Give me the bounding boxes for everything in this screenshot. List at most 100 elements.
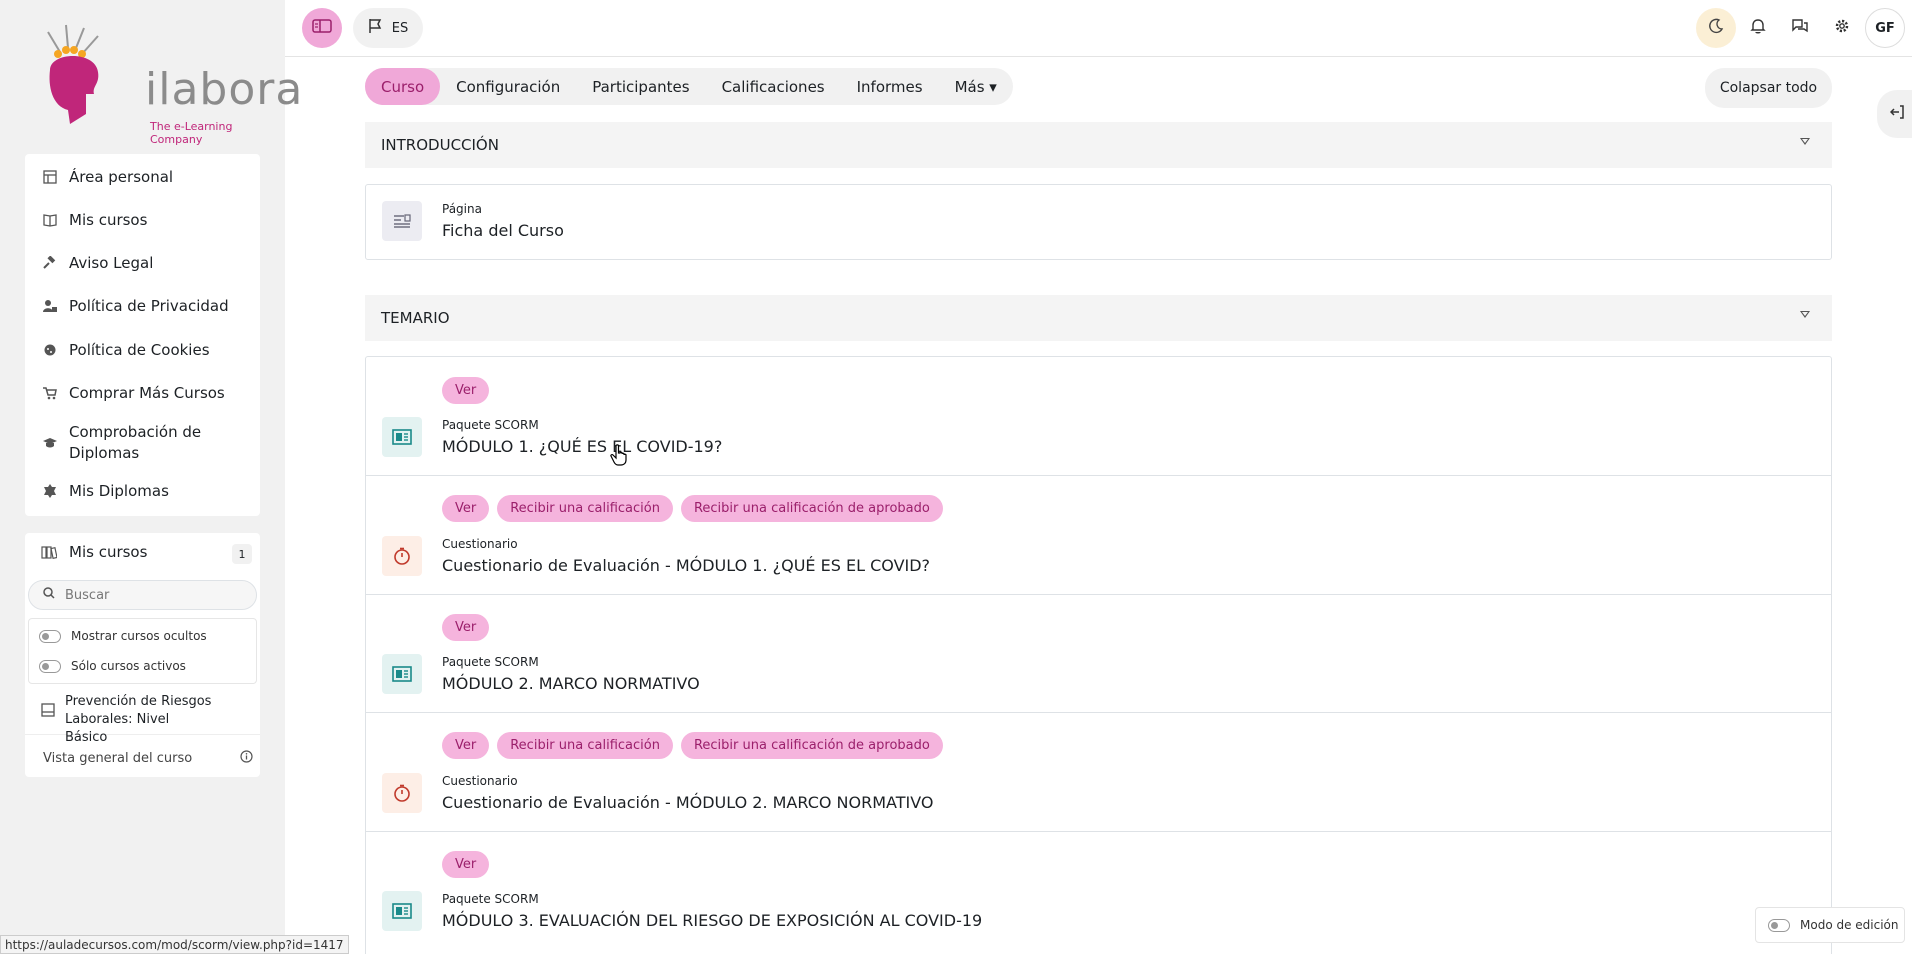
activity-type: Paquete SCORM (442, 655, 539, 669)
activity-name-link[interactable]: MÓDULO 2. MARCO NORMATIVO (442, 674, 700, 693)
activity-name-link[interactable]: Cuestionario de Evaluación - MÓDULO 1. ¿… (442, 556, 930, 575)
messages-button[interactable] (1780, 8, 1820, 48)
flag-icon (368, 18, 382, 38)
moon-icon (1708, 18, 1724, 38)
nav-label: Política de Privacidad (69, 297, 229, 315)
settings-button[interactable] (1822, 8, 1862, 48)
edit-mode-toggle[interactable]: Modo de edición (1755, 907, 1905, 943)
course-icon (41, 703, 55, 723)
activity-item[interactable]: Ver Paquete SCORM MÓDULO 3. EVALUACIÓN D… (366, 832, 1831, 954)
activity-item[interactable]: Página Ficha del Curso (366, 185, 1831, 259)
section-title: INTRODUCCIÓN (381, 136, 499, 154)
filter-hidden-courses[interactable]: Mostrar cursos ocultos (39, 629, 207, 643)
tab-configuracion[interactable]: Configuración (440, 68, 576, 105)
search-icon (43, 587, 55, 603)
nav-item-comprar[interactable]: Comprar Más Cursos (25, 373, 260, 413)
quiz-icon (382, 536, 422, 576)
nav-item-area-personal[interactable]: Área personal (25, 157, 260, 197)
filter-active-courses[interactable]: Sólo cursos activos (39, 659, 186, 673)
nav-item-comprobacion[interactable]: Comprobación de Diplomas (25, 422, 260, 462)
activity-type: Cuestionario (442, 537, 518, 551)
main-nav: Área personal Mis cursos Aviso Legal Pol… (25, 154, 260, 516)
activity-item[interactable]: Ver Paquete SCORM MÓDULO 1. ¿QUÉ ES EL C… (366, 357, 1831, 476)
hand-cursor-icon (610, 444, 628, 471)
tab-participantes[interactable]: Participantes (576, 68, 705, 105)
info-icon (240, 750, 253, 767)
toggle-switch[interactable] (1768, 918, 1790, 932)
search-placeholder: Buscar (65, 587, 110, 603)
my-courses-title: Mis cursos (69, 543, 148, 561)
tab-curso[interactable]: Curso (365, 68, 441, 105)
nav-item-diplomas[interactable]: Mis Diplomas (25, 471, 260, 511)
browser-status-url: https://auladecursos.com/mod/scorm/view.… (0, 935, 349, 954)
activity-type: Paquete SCORM (442, 892, 539, 906)
completion-badges: Ver (442, 377, 490, 404)
activity-name-link[interactable]: Ficha del Curso (442, 221, 564, 240)
course-name: Prevención de Riesgos Laborales: Nivel B… (65, 694, 212, 745)
nav-item-aviso-legal[interactable]: Aviso Legal (25, 243, 260, 283)
section-introduccion[interactable]: INTRODUCCIÓN (365, 122, 1832, 168)
quiz-icon (382, 773, 422, 813)
filter-label: Sólo cursos activos (71, 659, 186, 673)
activity-name-link[interactable]: Cuestionario de Evaluación - MÓDULO 2. M… (442, 793, 933, 812)
completion-badge: Recibir una calificación de aprobado (680, 495, 943, 522)
scorm-icon (382, 654, 422, 694)
notifications-button[interactable] (1738, 8, 1778, 48)
courses-stack-icon (41, 545, 59, 559)
nav-item-cookies[interactable]: Política de Cookies (25, 330, 260, 370)
completion-badges: Ver Recibir una calificación Recibir una… (442, 495, 943, 522)
nav-label: Comprar Más Cursos (69, 384, 225, 402)
nav-label: Área personal (69, 168, 174, 186)
user-avatar[interactable]: GF (1865, 8, 1905, 48)
completion-badge: Ver (442, 495, 490, 522)
scorm-icon (382, 891, 422, 931)
activity-name-link[interactable]: MÓDULO 1. ¿QUÉ ES EL COVID-19? (442, 437, 722, 456)
completion-badge: Recibir una calificación de aprobado (680, 732, 943, 759)
activity-name-link[interactable]: MÓDULO 3. EVALUACIÓN DEL RIESGO DE EXPOS… (442, 911, 982, 930)
collapse-all-button[interactable]: Colapsar todo (1705, 68, 1832, 108)
collapse-caret-icon[interactable] (1800, 138, 1810, 145)
completion-badge: Ver (442, 377, 490, 404)
book-icon (41, 211, 59, 229)
nav-label: Mis Diplomas (69, 482, 169, 500)
activity-item[interactable]: Ver Recibir una calificación Recibir una… (366, 713, 1831, 832)
section-temario[interactable]: TEMARIO (365, 295, 1832, 341)
activity-type: Paquete SCORM (442, 418, 539, 432)
nav-item-mis-cursos[interactable]: Mis cursos (25, 200, 260, 240)
tab-informes[interactable]: Informes (841, 68, 939, 105)
nav-label: Política de Cookies (69, 341, 210, 359)
nav-label: Mis cursos (69, 211, 148, 229)
nav-label: Aviso Legal (69, 254, 154, 272)
toggle-switch[interactable] (39, 659, 61, 673)
temario-activity-list: Ver Paquete SCORM MÓDULO 1. ¿QUÉ ES EL C… (365, 356, 1832, 954)
logo-wordmark: ilabora (145, 64, 304, 115)
nav-item-privacidad[interactable]: Política de Privacidad (25, 286, 260, 326)
gavel-icon (41, 254, 59, 272)
logo-tagline: The e-Learning Company (150, 120, 233, 146)
block-drawer-toggle[interactable] (1877, 90, 1912, 138)
my-courses-header[interactable]: Mis cursos (41, 543, 147, 561)
drawer-toggle-button[interactable] (302, 8, 342, 48)
activity-item[interactable]: Ver Recibir una calificación Recibir una… (366, 476, 1831, 595)
tab-calificaciones[interactable]: Calificaciones (706, 68, 841, 105)
top-navbar: ES GF (285, 0, 1912, 57)
course-overview-link[interactable]: Vista general del curso (43, 750, 253, 767)
collapse-caret-icon[interactable] (1800, 311, 1810, 318)
course-list-item[interactable]: Prevención de Riesgos Laborales: Nivel B… (25, 693, 260, 745)
site-logo[interactable]: ilabora The e-Learning Company (40, 22, 302, 146)
activity-item[interactable]: Ver Paquete SCORM MÓDULO 2. MARCO NORMAT… (366, 595, 1831, 713)
chat-icon (1791, 18, 1809, 38)
course-search-input[interactable]: Buscar (28, 580, 257, 610)
filter-label: Mostrar cursos ocultos (71, 629, 207, 643)
completion-badges: Ver (442, 614, 490, 641)
tab-mas[interactable]: Más ▾ (939, 68, 1013, 105)
dark-mode-button[interactable] (1696, 8, 1736, 48)
section-title: TEMARIO (381, 309, 450, 327)
language-selector[interactable]: ES (353, 8, 423, 48)
toggle-switch[interactable] (39, 629, 61, 643)
my-courses-block: Mis cursos 1 Buscar Mostrar cursos ocult… (25, 533, 260, 777)
graduation-cap-icon (41, 434, 59, 452)
bell-icon (1750, 18, 1766, 38)
completion-badges: Ver Recibir una calificación Recibir una… (442, 732, 943, 759)
activity-type: Cuestionario (442, 774, 518, 788)
